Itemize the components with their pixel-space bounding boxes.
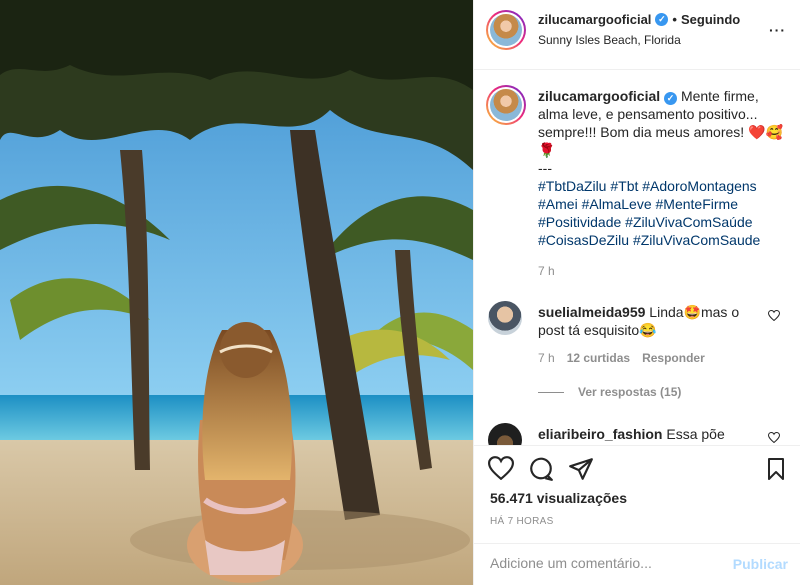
view-replies-label[interactable]: Ver respostas (15) [578, 385, 681, 399]
reply-button[interactable]: Responder [642, 351, 705, 365]
comment-username[interactable]: eliaribeiro_fashion [538, 426, 662, 442]
header-user-line: zilucamargooficial ✓ • Seguindo [538, 12, 740, 27]
heart-icon[interactable] [487, 456, 516, 484]
beach-photo [0, 0, 473, 585]
caption-separator: --- [538, 160, 552, 176]
caption-author-avatar[interactable] [486, 85, 526, 125]
more-options-icon[interactable]: ··· [769, 22, 786, 38]
post-header: zilucamargooficial ✓ • Seguindo Sunny Is… [474, 0, 800, 70]
hashtag-list: #TbtDaZilu #Tbt #AdoroMontagens #Amei #A… [538, 178, 760, 248]
comment: suelialmeida959 Linda🤩mas o post tá esqu… [538, 303, 760, 339]
hashtag[interactable]: #AdoroMontagens [642, 178, 756, 194]
caption-time: 7 h [538, 264, 555, 278]
view-count[interactable]: 56.471 visualizações [490, 490, 627, 506]
replies-divider [538, 391, 564, 393]
post-timestamp: HÁ 7 HORAS [490, 516, 554, 527]
location-link[interactable]: Sunny Isles Beach, Florida [538, 33, 681, 47]
comment-bubble-icon[interactable] [528, 456, 556, 484]
comment-username[interactable]: suelialmeida959 [538, 304, 645, 320]
verified-badge-icon: ✓ [664, 92, 678, 105]
author-avatar[interactable] [486, 10, 526, 50]
hashtag[interactable]: #Tbt [610, 178, 638, 194]
comment-meta: 7 h 12 curtidas Responder [538, 351, 705, 365]
verified-badge-icon: ✓ [655, 13, 669, 26]
comments-area[interactable]: zilucamargooficial ✓ Mente firme, alma l… [474, 71, 800, 445]
hashtag[interactable]: #ZiluVivaComSaúde [625, 214, 752, 230]
comment-time: 7 h [538, 351, 555, 365]
hashtag[interactable]: #Positividade [538, 214, 621, 230]
hashtag[interactable]: #AlmaLeve [582, 196, 652, 212]
comment-composer: Publicar [474, 543, 800, 585]
hashtag[interactable]: #CoisasDeZilu [538, 232, 629, 248]
hashtag[interactable]: #ZiluVivaComSaude [633, 232, 760, 248]
post-actions: 56.471 visualizações HÁ 7 HORAS [474, 445, 800, 545]
separator-dot: • [672, 12, 677, 27]
comment: eliaribeiro_fashion Essa põe [538, 425, 760, 443]
caption-username[interactable]: zilucamargooficial [538, 88, 660, 104]
publish-button[interactable]: Publicar [733, 556, 788, 572]
paper-plane-icon[interactable] [568, 456, 596, 484]
view-replies[interactable]: Ver respostas (15) [538, 385, 681, 399]
comment-likes[interactable]: 12 curtidas [567, 351, 630, 365]
author-username[interactable]: zilucamargooficial [538, 12, 651, 27]
comment-text: Essa põe [666, 426, 725, 442]
bookmark-icon[interactable] [764, 456, 792, 484]
post-panel: zilucamargooficial ✓ • Seguindo Sunny Is… [473, 0, 800, 585]
following-button[interactable]: Seguindo [681, 12, 740, 27]
commenter-avatar[interactable] [488, 423, 522, 445]
hashtag[interactable]: #TbtDaZilu [538, 178, 606, 194]
hashtag[interactable]: #Amei [538, 196, 578, 212]
commenter-avatar[interactable] [488, 301, 522, 335]
caption: zilucamargooficial ✓ Mente firme, alma l… [538, 87, 784, 249]
comment-like-heart-icon[interactable] [767, 309, 781, 324]
comment-like-heart-icon[interactable] [767, 431, 781, 445]
hashtag[interactable]: #MenteFirme [656, 196, 738, 212]
post-media[interactable] [0, 0, 473, 585]
comment-input[interactable] [490, 555, 720, 571]
